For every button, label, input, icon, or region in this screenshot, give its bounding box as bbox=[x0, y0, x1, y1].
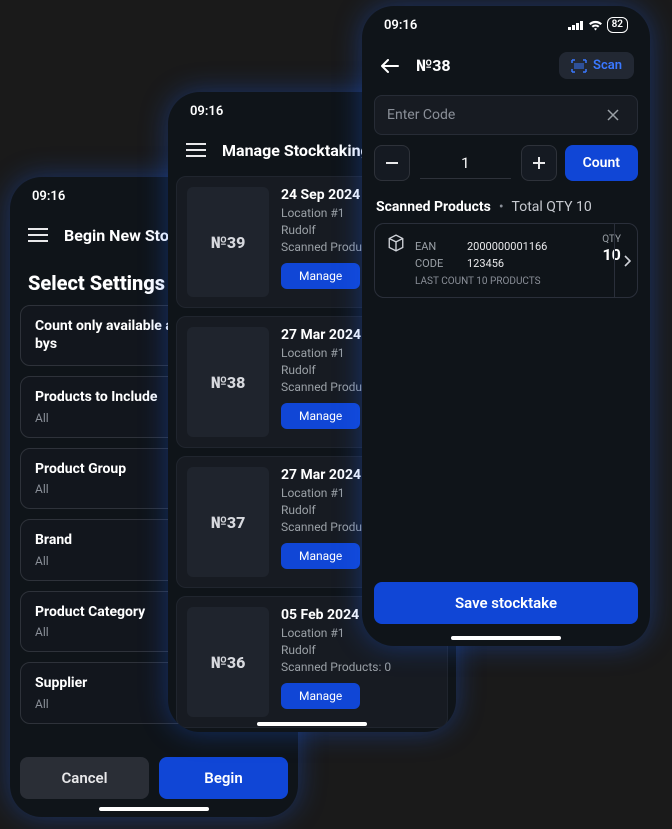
manage-button[interactable]: Manage bbox=[281, 403, 360, 429]
separator-dot: • bbox=[499, 199, 504, 215]
scan-label: Scan bbox=[593, 58, 622, 73]
quantity-row: 1 Count bbox=[374, 145, 638, 181]
cancel-button[interactable]: Cancel bbox=[20, 757, 149, 799]
save-bar: Save stocktake bbox=[374, 582, 638, 624]
quantity-value[interactable]: 1 bbox=[420, 148, 511, 179]
status-bar: 09:16 82 bbox=[362, 6, 650, 44]
menu-icon[interactable] bbox=[184, 138, 208, 162]
total-qty-label: Total QTY 10 bbox=[512, 199, 592, 215]
barcode-icon bbox=[571, 59, 587, 73]
save-stocktake-button[interactable]: Save stocktake bbox=[374, 582, 638, 624]
section-heading: Select Settings bbox=[28, 271, 165, 295]
screen-stocktake-detail: 09:16 82 №38 Scan 1 Count Scann bbox=[362, 6, 650, 646]
stocktake-tile: №38 bbox=[187, 327, 269, 437]
scanned-label: Scanned Products bbox=[376, 199, 491, 215]
status-time: 09:16 bbox=[384, 18, 417, 33]
plus-icon bbox=[533, 157, 545, 169]
back-icon[interactable] bbox=[378, 54, 402, 78]
product-details: EAN 2000000001166 CODE 123456 LAST COUNT… bbox=[415, 234, 592, 287]
last-count-label: LAST COUNT 10 PRODUCTS bbox=[415, 276, 592, 287]
home-indicator bbox=[451, 636, 561, 640]
code-key: CODE bbox=[415, 257, 459, 270]
stocktake-tile: №37 bbox=[187, 467, 269, 577]
clear-icon[interactable] bbox=[601, 103, 625, 127]
ean-key: EAN bbox=[415, 240, 459, 253]
box-icon bbox=[387, 234, 405, 252]
code-input[interactable] bbox=[387, 107, 601, 123]
scan-button[interactable]: Scan bbox=[559, 52, 634, 79]
minus-icon bbox=[386, 162, 398, 164]
nav-bar: №38 Scan bbox=[362, 44, 650, 87]
count-button[interactable]: Count bbox=[565, 145, 638, 181]
decrement-button[interactable] bbox=[374, 145, 410, 181]
stocktake-scanned: Scanned Products: 0 bbox=[281, 660, 391, 674]
stocktake-tile: №39 bbox=[187, 187, 269, 297]
wifi-icon bbox=[588, 20, 603, 31]
home-indicator bbox=[257, 722, 367, 726]
footer-actions: Cancel Begin bbox=[20, 757, 288, 799]
manage-button[interactable]: Manage bbox=[281, 683, 360, 709]
page-title: №38 bbox=[416, 56, 451, 75]
manage-button[interactable]: Manage bbox=[281, 543, 360, 569]
stocktake-tile: №36 bbox=[187, 607, 269, 717]
status-time: 09:16 bbox=[32, 189, 65, 204]
scanned-product-card[interactable]: EAN 2000000001166 CODE 123456 LAST COUNT… bbox=[374, 223, 638, 298]
ean-value: 2000000001166 bbox=[467, 240, 592, 253]
signal-icon bbox=[568, 20, 584, 30]
begin-button[interactable]: Begin bbox=[159, 757, 288, 799]
status-time: 09:16 bbox=[190, 104, 223, 119]
page-title: Manage Stocktakings bbox=[222, 141, 378, 160]
status-icons: 82 bbox=[568, 17, 628, 33]
stocktake-user: Rudolf bbox=[281, 643, 391, 657]
manage-button[interactable]: Manage bbox=[281, 263, 360, 289]
scanned-heading: Scanned Products • Total QTY 10 bbox=[362, 181, 650, 223]
battery-indicator: 82 bbox=[607, 17, 628, 33]
chevron-right-icon[interactable] bbox=[614, 223, 638, 298]
menu-icon[interactable] bbox=[26, 223, 50, 247]
code-input-row bbox=[374, 95, 638, 135]
home-indicator bbox=[99, 807, 209, 811]
code-value: 123456 bbox=[467, 257, 592, 270]
increment-button[interactable] bbox=[521, 145, 557, 181]
